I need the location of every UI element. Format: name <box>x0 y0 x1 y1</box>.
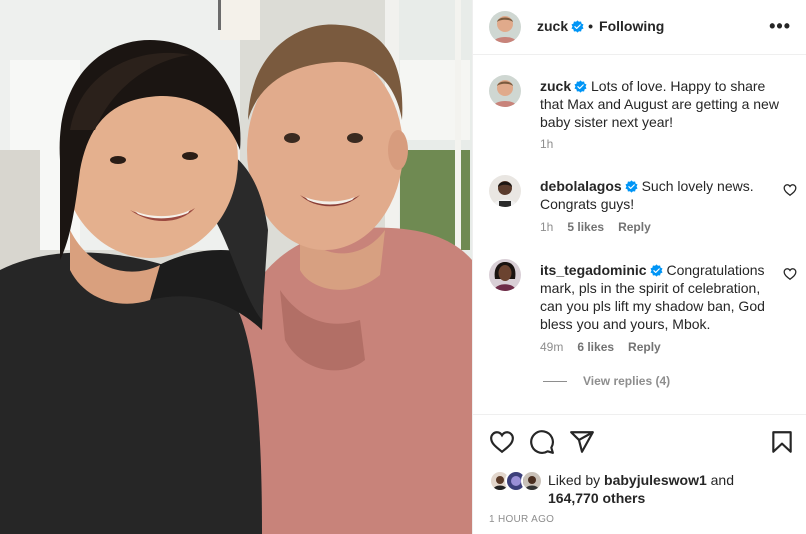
comment-meta: 49m 6 likes Reply <box>540 340 675 354</box>
liked-by-prefix: Liked by <box>548 472 601 488</box>
comment-username[interactable]: its_tegadominic <box>540 262 647 278</box>
author-avatar[interactable] <box>489 11 521 43</box>
commenter-avatar[interactable] <box>489 175 521 207</box>
view-replies-label: View replies (4) <box>583 374 671 388</box>
comment-likes[interactable]: 5 likes <box>567 220 604 234</box>
likes-text: Liked by babyjuleswow1 and 164,770 other… <box>548 471 778 507</box>
view-replies-button[interactable]: View replies (4) <box>543 374 670 388</box>
comment-likes[interactable]: 6 likes <box>577 340 614 354</box>
following-button[interactable]: Following <box>599 18 664 34</box>
verified-badge-icon <box>571 20 584 33</box>
caption-avatar[interactable] <box>489 75 521 107</box>
post-photo[interactable] <box>0 0 472 534</box>
reply-button[interactable]: Reply <box>618 220 651 234</box>
caption-meta: 1h <box>540 137 567 151</box>
separator-dot: • <box>588 18 594 34</box>
action-bar <box>473 414 806 464</box>
like-comment-heart-icon[interactable] <box>783 183 797 197</box>
comment-icon[interactable] <box>529 429 555 455</box>
comment-time[interactable]: 1h <box>540 220 553 234</box>
author-username[interactable]: zuck <box>537 18 568 34</box>
verified-badge-icon <box>625 180 638 193</box>
comment-text-block: its_tegadominic Congratulations mark, pl… <box>540 261 780 333</box>
verified-badge-icon <box>650 264 663 277</box>
post-header: zuck • Following ••• <box>473 0 806 55</box>
more-horizontal-icon[interactable]: ••• <box>769 17 791 35</box>
verified-badge-icon <box>574 80 587 93</box>
comment-username[interactable]: debolalagos <box>540 178 622 194</box>
liked-by-and: and <box>710 472 734 488</box>
commenter-avatar[interactable] <box>489 259 521 291</box>
replies-divider <box>543 381 567 383</box>
comment-text-block: debolalagos Such lovely news. Congrats g… <box>540 177 780 213</box>
comment-time[interactable]: 49m <box>540 340 563 354</box>
comment-meta: 1h 5 likes Reply <box>540 220 665 234</box>
liker-avatar[interactable] <box>521 470 543 492</box>
post-sidebar: zuck • Following ••• zuck Lots of love. Ha… <box>472 0 806 534</box>
caption-text-block: zuck Lots of love. Happy to share that M… <box>540 77 780 131</box>
caption-time[interactable]: 1h <box>540 137 553 151</box>
post-image <box>0 0 472 534</box>
caption-username[interactable]: zuck <box>540 78 571 94</box>
header-author: zuck • Following <box>537 18 664 34</box>
like-heart-icon[interactable] <box>489 429 515 455</box>
reply-button[interactable]: Reply <box>628 340 661 354</box>
post-timestamp[interactable]: 1 HOUR AGO <box>489 514 554 525</box>
share-icon[interactable] <box>569 429 595 455</box>
like-comment-heart-icon[interactable] <box>783 267 797 281</box>
save-bookmark-icon[interactable] <box>769 429 795 455</box>
likes-count[interactable]: 164,770 others <box>548 490 645 506</box>
liked-by-user[interactable]: babyjuleswow1 <box>604 472 707 488</box>
